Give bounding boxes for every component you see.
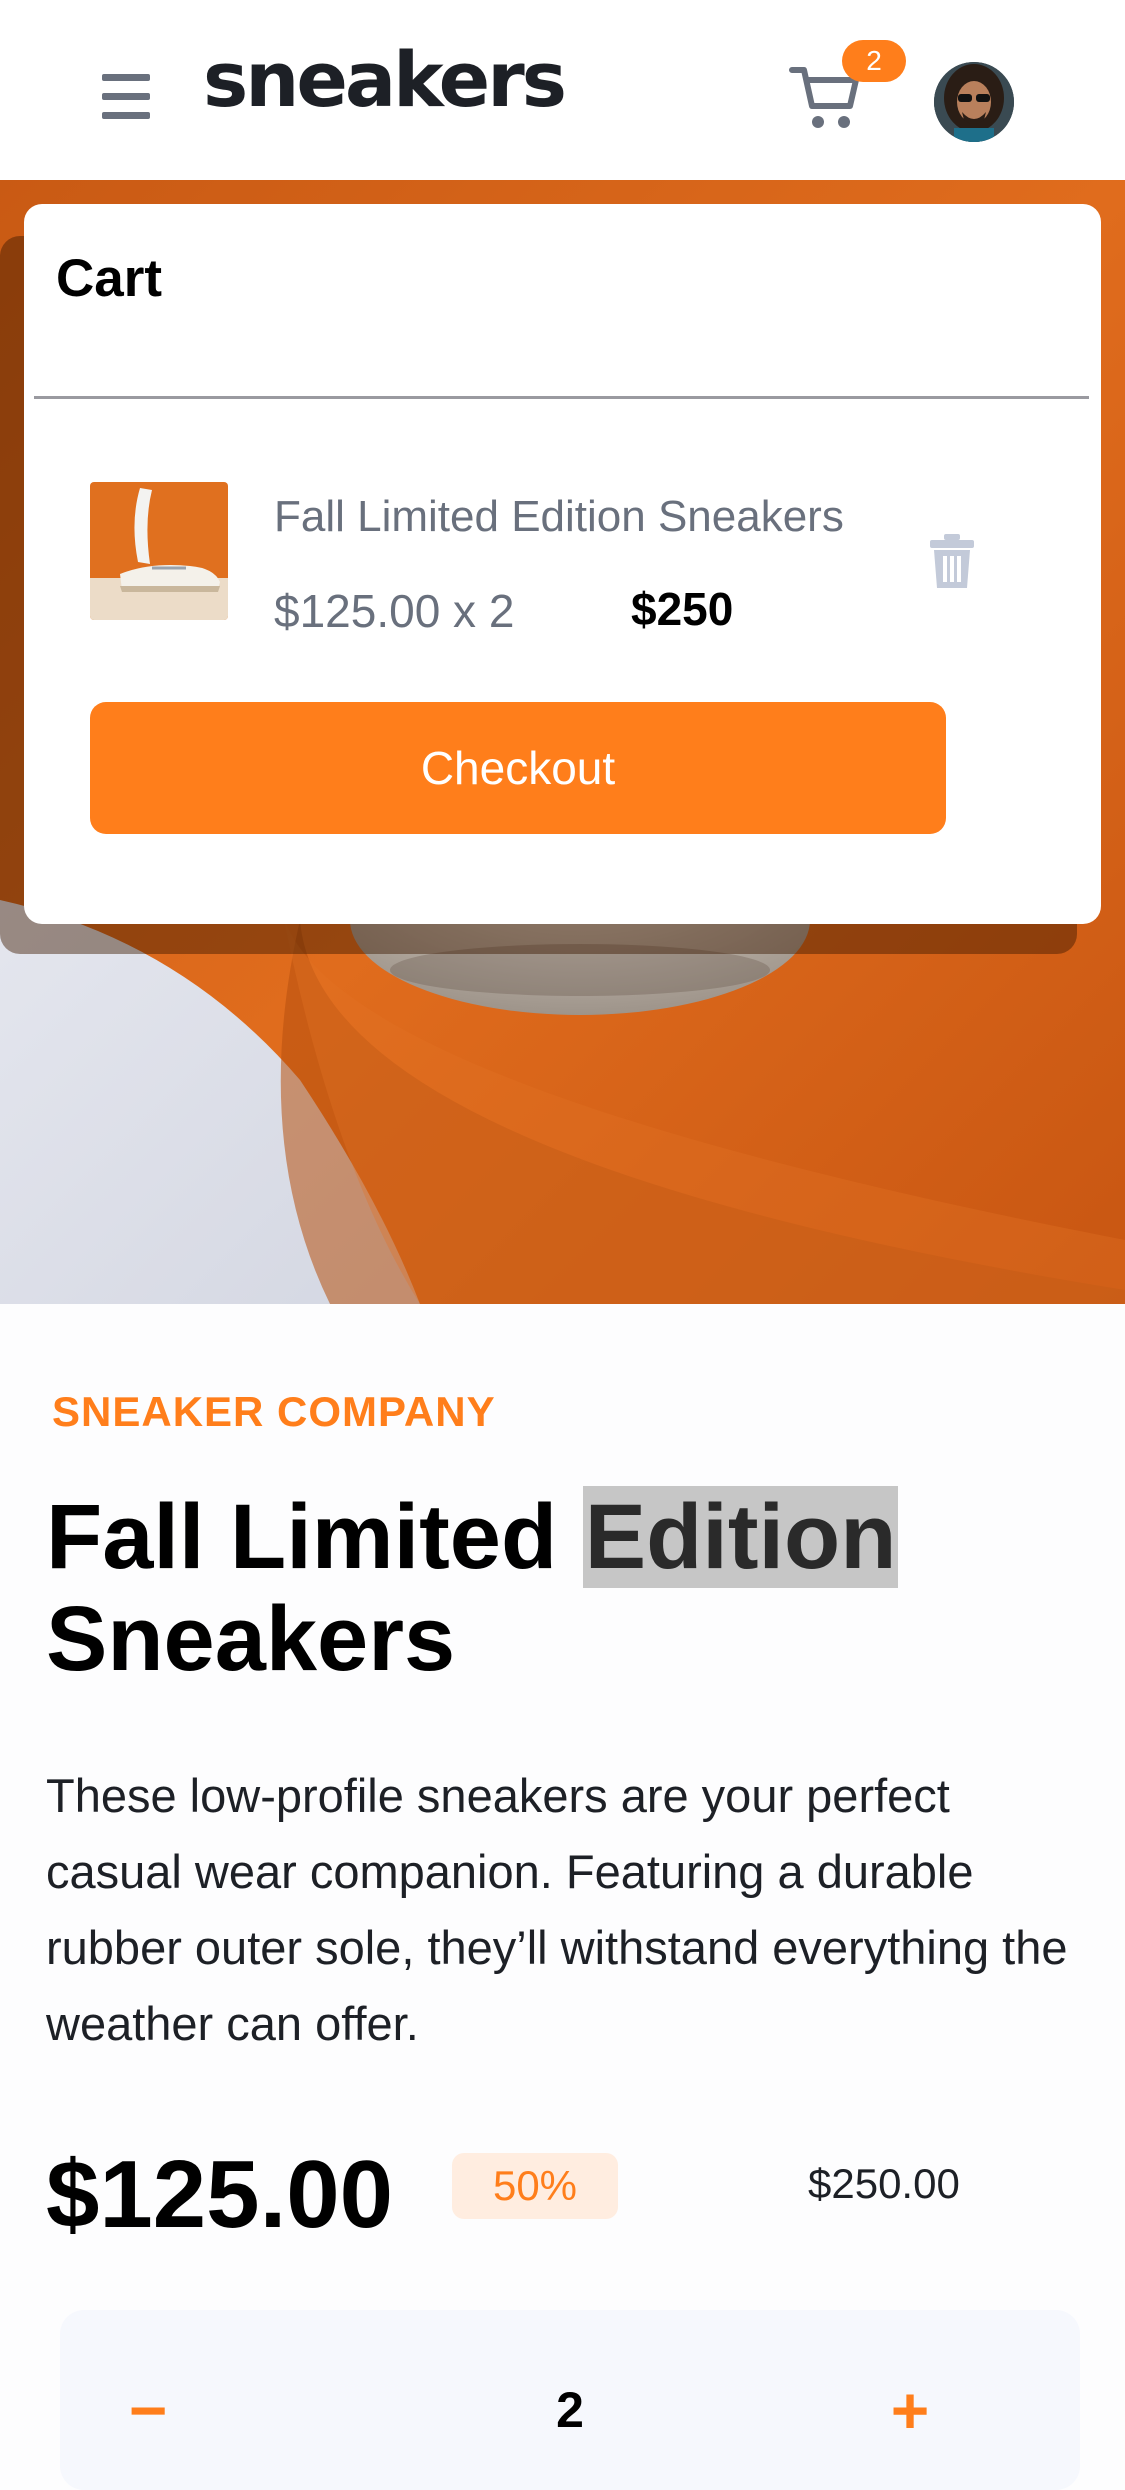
trash-icon[interactable]: [930, 534, 974, 588]
cart-dropdown: Cart Fall Limited Edition Sneakers $125.…: [24, 204, 1101, 924]
product-description: These low-profile sneakers are your perf…: [46, 1769, 1068, 2050]
checkout-button[interactable]: Checkout: [90, 702, 946, 834]
company-label: SNEAKER COMPANY: [52, 1388, 496, 1435]
brand-logo[interactable]: sneakers: [203, 42, 567, 118]
cart-item-name: Fall Limited Edition Sneakers: [274, 492, 844, 541]
original-price: $250.00: [808, 2160, 960, 2207]
cart-count-badge: 2: [842, 40, 906, 82]
quantity-stepper: − 2 +: [60, 2310, 1080, 2490]
product-title-part2: Sneakers: [46, 1588, 456, 1690]
cart-item-total: $250: [631, 583, 734, 635]
sneaker-thumbnail: [90, 482, 228, 620]
user-avatar[interactable]: [934, 62, 1014, 142]
product-title-part1: Fall Limited: [46, 1486, 583, 1588]
product-title: Fall Limited Edition Sneakers: [46, 1486, 1086, 1690]
product-title-highlight: Edition: [582, 1486, 899, 1588]
plus-icon[interactable]: +: [870, 2370, 950, 2450]
quantity-value: 2: [556, 2382, 584, 2438]
hamburger-menu-icon[interactable]: [102, 74, 150, 120]
cart-title: Cart: [56, 249, 163, 308]
cart-item-price-qty: $125.00 x 2: [274, 585, 515, 637]
top-navbar: sneakers 2: [0, 0, 1125, 180]
cart-divider: [34, 396, 1089, 399]
discount-badge: 50%: [452, 2153, 618, 2219]
minus-icon[interactable]: −: [118, 2370, 178, 2450]
current-price: $125.00: [46, 2141, 394, 2248]
